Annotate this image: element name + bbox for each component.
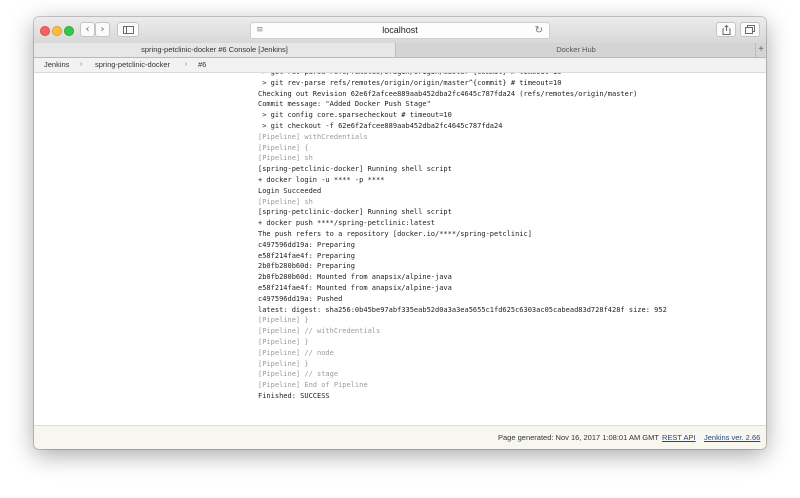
console-line: 2b0fb280b60d: Mounted from anapsix/alpin… — [258, 273, 452, 282]
console-text: > git rev-parse refs/remotes/origin/orig… — [258, 73, 667, 402]
breadcrumb-build[interactable]: #6 — [198, 58, 206, 72]
console-line: e58f214fae4f: Preparing — [258, 251, 355, 260]
tab-jenkins-console[interactable]: spring-petclinic-docker #6 Console [Jenk… — [34, 43, 396, 57]
console-line: [Pipeline] sh — [258, 197, 313, 206]
chevron-left-icon: ‹ — [85, 24, 90, 35]
close-window-button[interactable] — [40, 26, 50, 36]
console-line: Checking out Revision 62e6f2afcee889aab4… — [258, 89, 638, 98]
console-line: c497596dd19a: Preparing — [258, 240, 355, 249]
console-line: e58f214fae4f: Mounted from anapsix/alpin… — [258, 283, 452, 292]
chevron-right-icon: › — [100, 24, 105, 35]
console-line: c497596dd19a: Pushed — [258, 294, 343, 303]
back-button[interactable]: ‹ — [80, 22, 95, 37]
console-line: [Pipeline] // node — [258, 348, 334, 357]
console-line: [spring-petclinic-docker] Running shell … — [258, 208, 452, 217]
console-line: > git checkout -f 62e6f2afcee889aab452db… — [258, 121, 503, 130]
console-line: [Pipeline] { — [258, 143, 309, 152]
new-tab-button[interactable]: + — [755, 43, 766, 57]
address-text: localhost — [382, 25, 418, 35]
console-line: [Pipeline] withCredentials — [258, 132, 368, 141]
rest-api-link[interactable]: REST API — [662, 426, 696, 449]
tabs-overview-icon — [745, 25, 755, 34]
console-line: 2b0fb280b60d: Preparing — [258, 262, 355, 271]
plus-icon: + — [758, 44, 764, 55]
console-line: > git rev-parse refs/remotes/origin/orig… — [258, 73, 561, 76]
console-output: > git rev-parse refs/remotes/origin/orig… — [34, 73, 766, 425]
console-line: [Pipeline] // withCredentials — [258, 327, 381, 336]
console-line: [Pipeline] } — [258, 337, 309, 346]
share-icon — [722, 24, 730, 35]
console-line: Commit message: "Added Docker Push Stage… — [258, 100, 431, 109]
console-line: + docker login -u **** -p **** — [258, 175, 385, 184]
chevron-right-icon: › — [185, 61, 188, 68]
share-button[interactable] — [716, 22, 736, 37]
tabs-overview-button[interactable] — [740, 22, 760, 37]
console-line: Finished: SUCCESS — [258, 391, 330, 400]
page-footer: Page generated: Nov 16, 2017 1:08:01 AM … — [34, 425, 766, 449]
console-line: Login Succeeded — [258, 186, 322, 195]
breadcrumb: Jenkins › spring-petclinic-docker › #6 — [34, 58, 766, 73]
console-line: + docker push ****/spring-petclinic:late… — [258, 219, 436, 228]
breadcrumb-jenkins[interactable]: Jenkins — [44, 58, 69, 72]
breadcrumb-job[interactable]: spring-petclinic-docker — [95, 58, 170, 72]
tab-bar: spring-petclinic-docker #6 Console [Jenk… — [34, 43, 766, 58]
jenkins-version-link[interactable]: Jenkins ver. 2.66 — [704, 426, 760, 449]
page-generated-text: Page generated: Nov 16, 2017 1:08:01 AM … — [498, 433, 659, 442]
reload-icon[interactable]: ↻ — [535, 23, 543, 38]
title-bar: ‹ › ≡ localhost ↻ — [34, 17, 766, 44]
tab-docker-hub[interactable]: Docker Hub — [396, 43, 756, 57]
address-bar[interactable]: ≡ localhost ↻ — [250, 22, 550, 39]
minimize-window-button[interactable] — [52, 26, 62, 36]
console-line: [Pipeline] } — [258, 316, 309, 325]
zoom-window-button[interactable] — [64, 26, 74, 36]
console-line: [spring-petclinic-docker] Running shell … — [258, 165, 452, 174]
browser-window: ‹ › ≡ localhost ↻ spring-petclinic-docke… — [34, 17, 766, 449]
console-line: The push refers to a repository [docker.… — [258, 229, 532, 238]
sidebar-button[interactable] — [117, 22, 139, 37]
sidebar-icon — [122, 26, 134, 34]
console-line: > git rev-parse refs/remotes/origin/orig… — [258, 78, 562, 87]
console-line: > git config core.sparsecheckout # timeo… — [258, 111, 452, 120]
forward-button[interactable]: › — [95, 22, 110, 37]
console-line: [Pipeline] sh — [258, 154, 313, 163]
console-line: [Pipeline] // stage — [258, 370, 339, 379]
console-line: [Pipeline] End of Pipeline — [258, 381, 368, 390]
chevron-right-icon: › — [80, 61, 83, 68]
console-line: latest: digest: sha256:0b45be97abf335eab… — [258, 305, 667, 314]
console-line: [Pipeline] } — [258, 359, 309, 368]
